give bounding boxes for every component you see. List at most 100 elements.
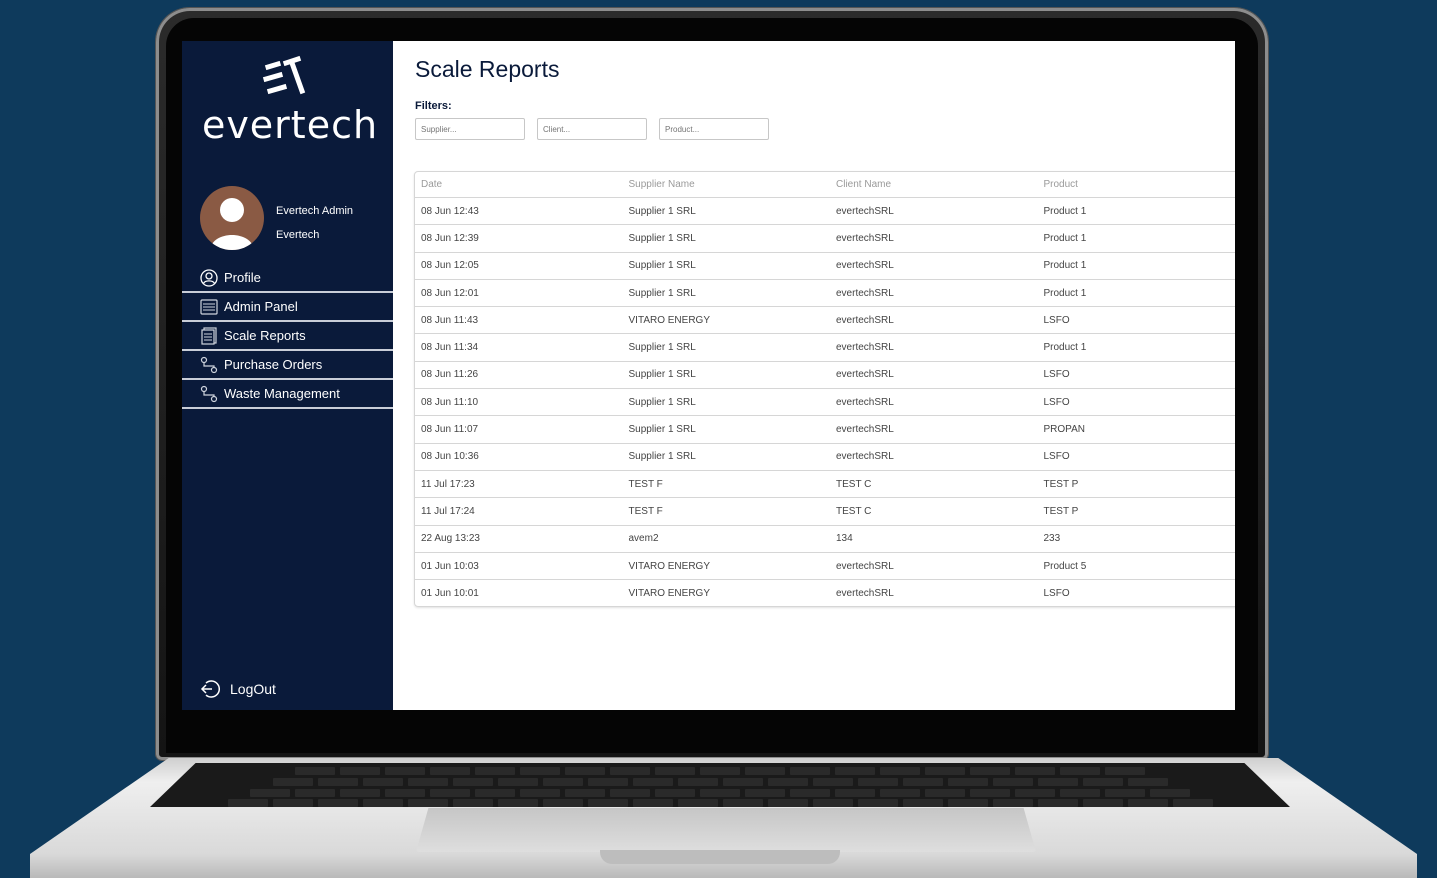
table-row[interactable]: 11 Jul 17:24 TEST F TEST C TEST P (415, 498, 1235, 526)
main-content: Scale Reports Filters: Date Supplier Nam… (393, 41, 1235, 710)
cell-product: LSFO (1043, 396, 1070, 408)
cell-date: 08 Jun 11:07 (421, 424, 479, 436)
laptop-keyboard (150, 763, 1290, 807)
cell-supplier: avem2 (628, 533, 659, 545)
admin-panel-icon (200, 298, 218, 316)
logout-label: LogOut (230, 681, 276, 697)
cell-date: 08 Jun 12:01 (421, 287, 479, 299)
brand-name: evertech (201, 103, 379, 147)
cell-supplier: TEST F (628, 505, 663, 517)
sidebar-item-label: Admin Panel (224, 299, 298, 314)
table-row[interactable]: 08 Jun 12:05 Supplier 1 SRL evertechSRL Pro… (415, 253, 1235, 280)
column-header-supplier[interactable]: Supplier Name (623, 179, 831, 190)
cell-client: evertechSRL (836, 396, 894, 408)
table-row[interactable]: 08 Jun 11:07 Supplier 1 SRL evertechSRL PRO… (415, 416, 1235, 444)
cell-client: evertechSRL (836, 314, 894, 326)
table-row[interactable]: 01 Jun 10:03 VITARO ENERGY evertechSRL Prod… (415, 553, 1235, 581)
table-row[interactable]: 08 Jun 11:34 Supplier 1 SRL evertechSRL Pro… (415, 334, 1235, 362)
sidebar-item-admin-panel[interactable]: Admin Panel (182, 293, 393, 322)
cell-client: evertechSRL (836, 369, 894, 381)
cell-date: 08 Jun 11:34 (421, 342, 479, 354)
cell-supplier: Supplier 1 SRL (628, 205, 696, 217)
cell-date: 01 Jun 10:01 (421, 587, 479, 599)
cell-date: 08 Jun 11:10 (421, 396, 479, 408)
cell-supplier: Supplier 1 SRL (628, 369, 696, 381)
cell-product: LSFO (1043, 587, 1070, 599)
cell-date: 08 Jun 11:26 (421, 369, 479, 381)
brand-logo: evertech (200, 55, 380, 147)
route-icon (200, 385, 218, 403)
table-row[interactable]: 11 Jul 17:23 TEST F TEST C TEST P (415, 471, 1235, 499)
cell-supplier: VITARO ENERGY (628, 560, 711, 572)
sidebar-item-label: Purchase Orders (224, 357, 323, 372)
cell-client: evertechSRL (836, 587, 894, 599)
cell-date: 08 Jun 12:43 (421, 205, 479, 217)
cell-supplier: VITARO ENERGY (628, 587, 711, 599)
report-icon (200, 326, 218, 345)
table-row[interactable]: 22 Aug 13:23 avem2 134 233 (415, 526, 1235, 553)
cell-client: evertechSRL (836, 287, 894, 299)
cell-date: 11 Jul 17:24 (421, 505, 475, 517)
cell-supplier: Supplier 1 SRL (628, 232, 696, 244)
cell-supplier: Supplier 1 SRL (628, 260, 696, 272)
cell-product: LSFO (1043, 369, 1070, 381)
cell-date: 01 Jun 10:03 (421, 560, 479, 572)
table-header: Date Supplier Name Client Name Product (415, 172, 1235, 198)
column-header-product[interactable]: Product (1038, 179, 1236, 190)
table-row[interactable]: 08 Jun 10:36 Supplier 1 SRL evertechSRL LSF… (415, 444, 1235, 471)
cell-product: Product 1 (1043, 232, 1087, 244)
cell-product: PROPAN (1043, 424, 1086, 436)
cell-date: 08 Jun 12:05 (421, 260, 479, 272)
scale-reports-table: Date Supplier Name Client Name Product 0… (414, 171, 1235, 608)
cell-date: 22 Aug 13:23 (421, 533, 480, 545)
cell-client: evertechSRL (836, 424, 894, 436)
avatar (200, 186, 264, 250)
cell-client: TEST C (836, 478, 872, 490)
laptop-notch (600, 850, 840, 864)
cell-client: evertechSRL (836, 260, 894, 272)
cell-date: 11 Jul 17:23 (421, 478, 475, 490)
page-title: Scale Reports (415, 56, 560, 82)
sidebar-item-profile[interactable]: Profile (182, 264, 393, 293)
table-row[interactable]: 08 Jun 12:39 Supplier 1 SRL evertechSRL Pro… (415, 225, 1235, 253)
table-row[interactable]: 01 Jun 10:01 VITARO ENERGY evertechSRL LSFO (415, 580, 1235, 606)
column-header-date[interactable]: Date (415, 179, 623, 190)
cell-supplier: TEST F (628, 478, 663, 490)
cell-product: Product 1 (1043, 260, 1087, 272)
cell-date: 08 Jun 11:43 (421, 314, 479, 326)
cell-product: LSFO (1043, 314, 1070, 326)
cell-product: LSFO (1043, 451, 1070, 463)
sidebar-nav: Profile Admin Panel Scale Reports Purcha… (182, 264, 393, 409)
sidebar-item-purchase-orders[interactable]: Purchase Orders (182, 351, 393, 380)
user-org: Evertech (276, 229, 320, 241)
filters-label: Filters: (415, 100, 452, 112)
sidebar-item-scale-reports[interactable]: Scale Reports (182, 322, 393, 351)
table-row[interactable]: 08 Jun 12:01 Supplier 1 SRL evertechSRL Pro… (415, 280, 1235, 308)
cell-client: evertechSRL (836, 342, 894, 354)
table-row[interactable]: 08 Jun 11:10 Supplier 1 SRL evertechSRL LSF… (415, 389, 1235, 417)
client-filter-input[interactable] (537, 118, 647, 140)
cell-product: Product 1 (1043, 342, 1087, 354)
table-row[interactable]: 08 Jun 11:43 VITARO ENERGY evertechSRL LSFO (415, 307, 1235, 335)
app-screen: evertech Evertech Admin Evertech Profile… (182, 41, 1235, 710)
cell-product: Product 1 (1043, 205, 1087, 217)
table-row[interactable]: 08 Jun 12:43 Supplier 1 SRL evertechSRL Pro… (415, 198, 1235, 226)
cell-supplier: Supplier 1 SRL (628, 424, 696, 436)
user-avatar-icon (210, 198, 254, 250)
cell-date: 08 Jun 10:36 (421, 451, 479, 463)
cell-product: Product 5 (1043, 560, 1087, 572)
cell-client: 134 (836, 533, 853, 545)
cell-client: TEST C (836, 505, 872, 517)
sidebar-item-waste-management[interactable]: Waste Management (182, 380, 393, 409)
product-filter-input[interactable] (659, 118, 769, 140)
column-header-client[interactable]: Client Name (830, 179, 1038, 190)
cell-product: TEST P (1043, 478, 1079, 490)
cell-supplier: Supplier 1 SRL (628, 287, 696, 299)
table-row[interactable]: 08 Jun 11:26 Supplier 1 SRL evertechSRL LSF… (415, 362, 1235, 390)
route-icon (200, 356, 218, 374)
supplier-filter-input[interactable] (415, 118, 525, 140)
logout-button[interactable]: LogOut (200, 679, 276, 699)
cell-client: evertechSRL (836, 232, 894, 244)
cell-supplier: Supplier 1 SRL (628, 342, 696, 354)
sidebar: evertech Evertech Admin Evertech Profile… (182, 41, 393, 710)
